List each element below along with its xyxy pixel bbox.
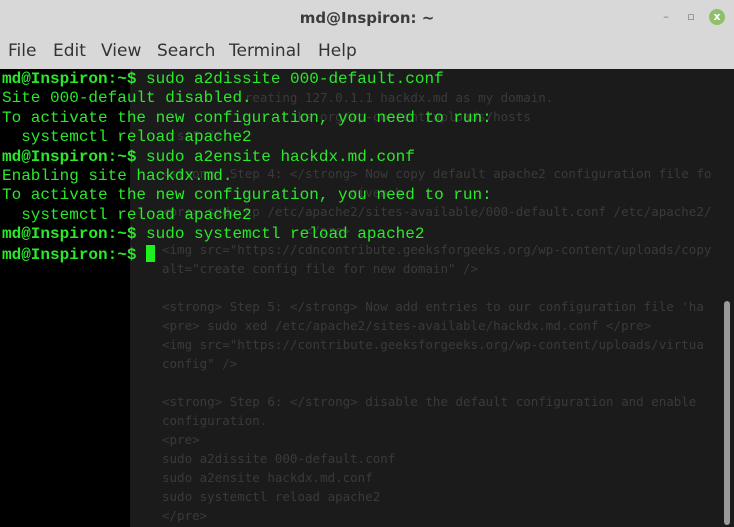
editor-line: config" /> [162, 356, 238, 371]
menu-search[interactable]: Search [157, 41, 215, 61]
line-text: systemctl reload apache2 [2, 128, 252, 147]
line-text: Enabling site hackdx.md. [2, 167, 233, 185]
editor-line: sudo a2dissite 000-default.conf [162, 451, 396, 466]
editor-line: <strong> Step 5: </strong> Now add entri… [162, 299, 704, 314]
editor-line: <pre> sudo xed /etc/apache2/sites-availa… [162, 318, 652, 333]
line-text: systemctl reload apache2 [2, 205, 252, 224]
line-text: sudo a2ensite hackdx.md.conf [136, 147, 415, 166]
terminal-line: md@Inspiron:~$ sudo a2ensite hackdx.md.c… [2, 148, 415, 168]
editor-line: <strong> Step 4: </strong> Now copy defa… [162, 166, 712, 181]
prompt: md@Inspiron:~$ [2, 225, 137, 244]
menu-terminal[interactable]: Terminal [229, 41, 301, 61]
close-button[interactable]: x [709, 9, 725, 25]
terminal-line: systemctl reload apache2 [2, 128, 252, 148]
menu-edit[interactable]: Edit [53, 41, 86, 61]
menu-file[interactable]: File [8, 41, 36, 61]
terminal-line: systemctl reload apache2 [2, 205, 252, 226]
menu-view[interactable]: View [101, 41, 141, 61]
terminal-area[interactable]: reating 127.0.1.1 hackdx.md as my domain… [0, 69, 734, 527]
line-text: Site 000-default disabled. [2, 89, 252, 108]
prompt: md@Inspiron:~$ [2, 147, 137, 166]
line-text: To activate the new configuration, you n… [2, 108, 492, 127]
line-text: sudo systemctl reload apache2 [136, 225, 425, 244]
terminal-line: Site 000-default disabled. [2, 89, 252, 109]
editor-line: <img src="https://contribute.geeksforgee… [162, 337, 704, 352]
scrollbar[interactable] [724, 301, 730, 525]
maximize-button[interactable]: ▫ [683, 9, 699, 25]
menu-help[interactable]: Help [318, 41, 357, 61]
terminal-line: To activate the new configuration, you n… [2, 109, 492, 129]
terminal-line: md@Inspiron:~$ sudo systemctl reload apa… [2, 225, 424, 245]
cursor [146, 244, 156, 262]
editor-line: alt="create config file for new domain" … [162, 261, 479, 276]
editor-line: sudo a2ensite hackdx.md.conf [162, 470, 373, 485]
terminal-line: Enabling site hackdx.md. [2, 167, 232, 187]
line-text: To activate the new configuration, you n… [2, 186, 492, 205]
title-bar: md@Inspiron: ~ – ▫ x [0, 0, 734, 36]
prompt: md@Inspiron:~$ [2, 245, 137, 264]
editor-line: <pre> [162, 432, 200, 447]
line-text [136, 246, 146, 264]
editor-line: <strong> Step 6: </strong> disable the d… [162, 394, 697, 409]
terminal-line: md@Inspiron:~$ sudo a2dissite 000-defaul… [2, 70, 444, 90]
terminal-line: md@Inspiron:~$ [2, 244, 156, 266]
line-text: sudo a2dissite 000-default.conf [136, 70, 444, 88]
editor-line: </pre> [162, 508, 208, 523]
editor-line: configuration. [162, 413, 268, 428]
menu-bar: File Edit View Search Terminal Help [0, 36, 734, 70]
window-title: md@Inspiron: ~ [299, 9, 435, 27]
prompt: md@Inspiron:~$ [2, 70, 137, 88]
terminal-line: To activate the new configuration, you n… [2, 186, 492, 206]
editor-line: sudo systemctl reload apache2 [162, 489, 381, 504]
minimize-button[interactable]: – [658, 9, 674, 25]
